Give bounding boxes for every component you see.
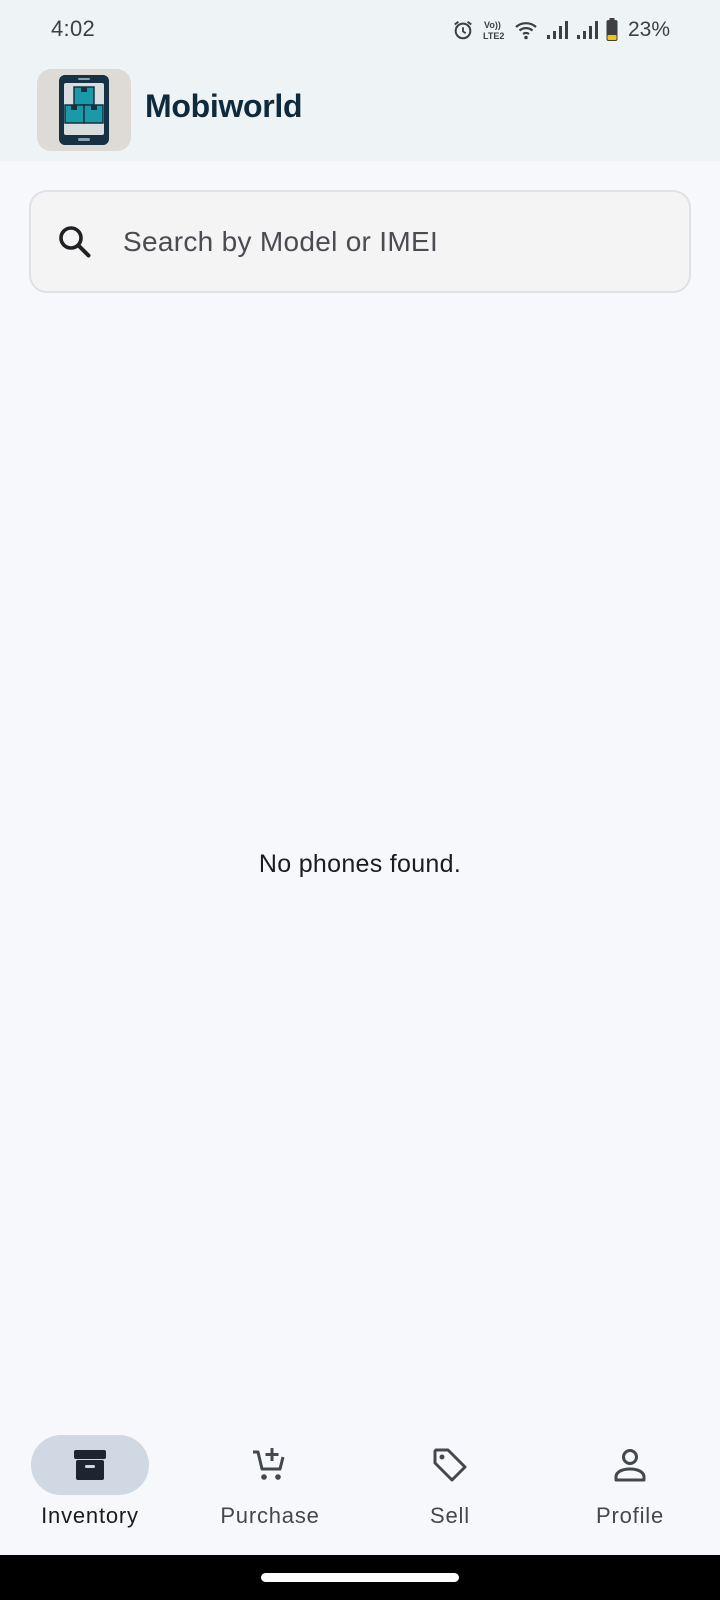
empty-state-message: No phones found. (258, 850, 462, 878)
system-navigation-bar (0, 1555, 720, 1600)
nav-label: Purchase (220, 1503, 320, 1528)
home-gesture-handle[interactable] (261, 1573, 459, 1582)
status-time: 4:02 (51, 16, 96, 41)
tag-icon (432, 1447, 468, 1483)
search-icon[interactable] (55, 222, 95, 262)
wifi-icon (514, 19, 538, 41)
search-bar[interactable] (29, 190, 691, 293)
search-input[interactable] (123, 192, 663, 291)
signal-icon (576, 19, 598, 41)
battery-percent: 23% (627, 18, 670, 41)
signal-icon (546, 19, 568, 41)
status-bar: 4:02 Vo)) LTE2 23% (0, 0, 720, 60)
archive-box-icon (72, 1447, 108, 1483)
nav-item-sell[interactable]: Sell (360, 1415, 540, 1555)
alarm-icon (452, 19, 474, 41)
nav-item-purchase[interactable]: Purchase (180, 1415, 360, 1555)
app-title: Mobiworld (145, 88, 303, 124)
status-icons: Vo)) LTE2 23% (452, 16, 670, 44)
app-bar: Mobiworld (0, 60, 720, 161)
nav-item-profile[interactable]: Profile (540, 1415, 720, 1555)
volte-lte2-icon: Vo)) LTE2 (482, 18, 506, 42)
cart-plus-icon (252, 1447, 288, 1483)
svg-text:Vo)): Vo)) (484, 20, 501, 30)
nav-label: Sell (430, 1503, 470, 1528)
top-bar: 4:02 Vo)) LTE2 23% Mobiworld (0, 0, 720, 161)
app-logo (37, 69, 131, 151)
battery-icon (606, 18, 618, 42)
nav-item-inventory[interactable]: Inventory (0, 1415, 180, 1555)
nav-label: Inventory (41, 1503, 139, 1528)
svg-text:LTE2: LTE2 (483, 31, 504, 41)
nav-label: Profile (596, 1503, 664, 1528)
person-icon (612, 1447, 648, 1483)
phone-boxes-logo (59, 75, 109, 145)
bottom-nav: Inventory Purchase Sell Profile (0, 1415, 720, 1555)
